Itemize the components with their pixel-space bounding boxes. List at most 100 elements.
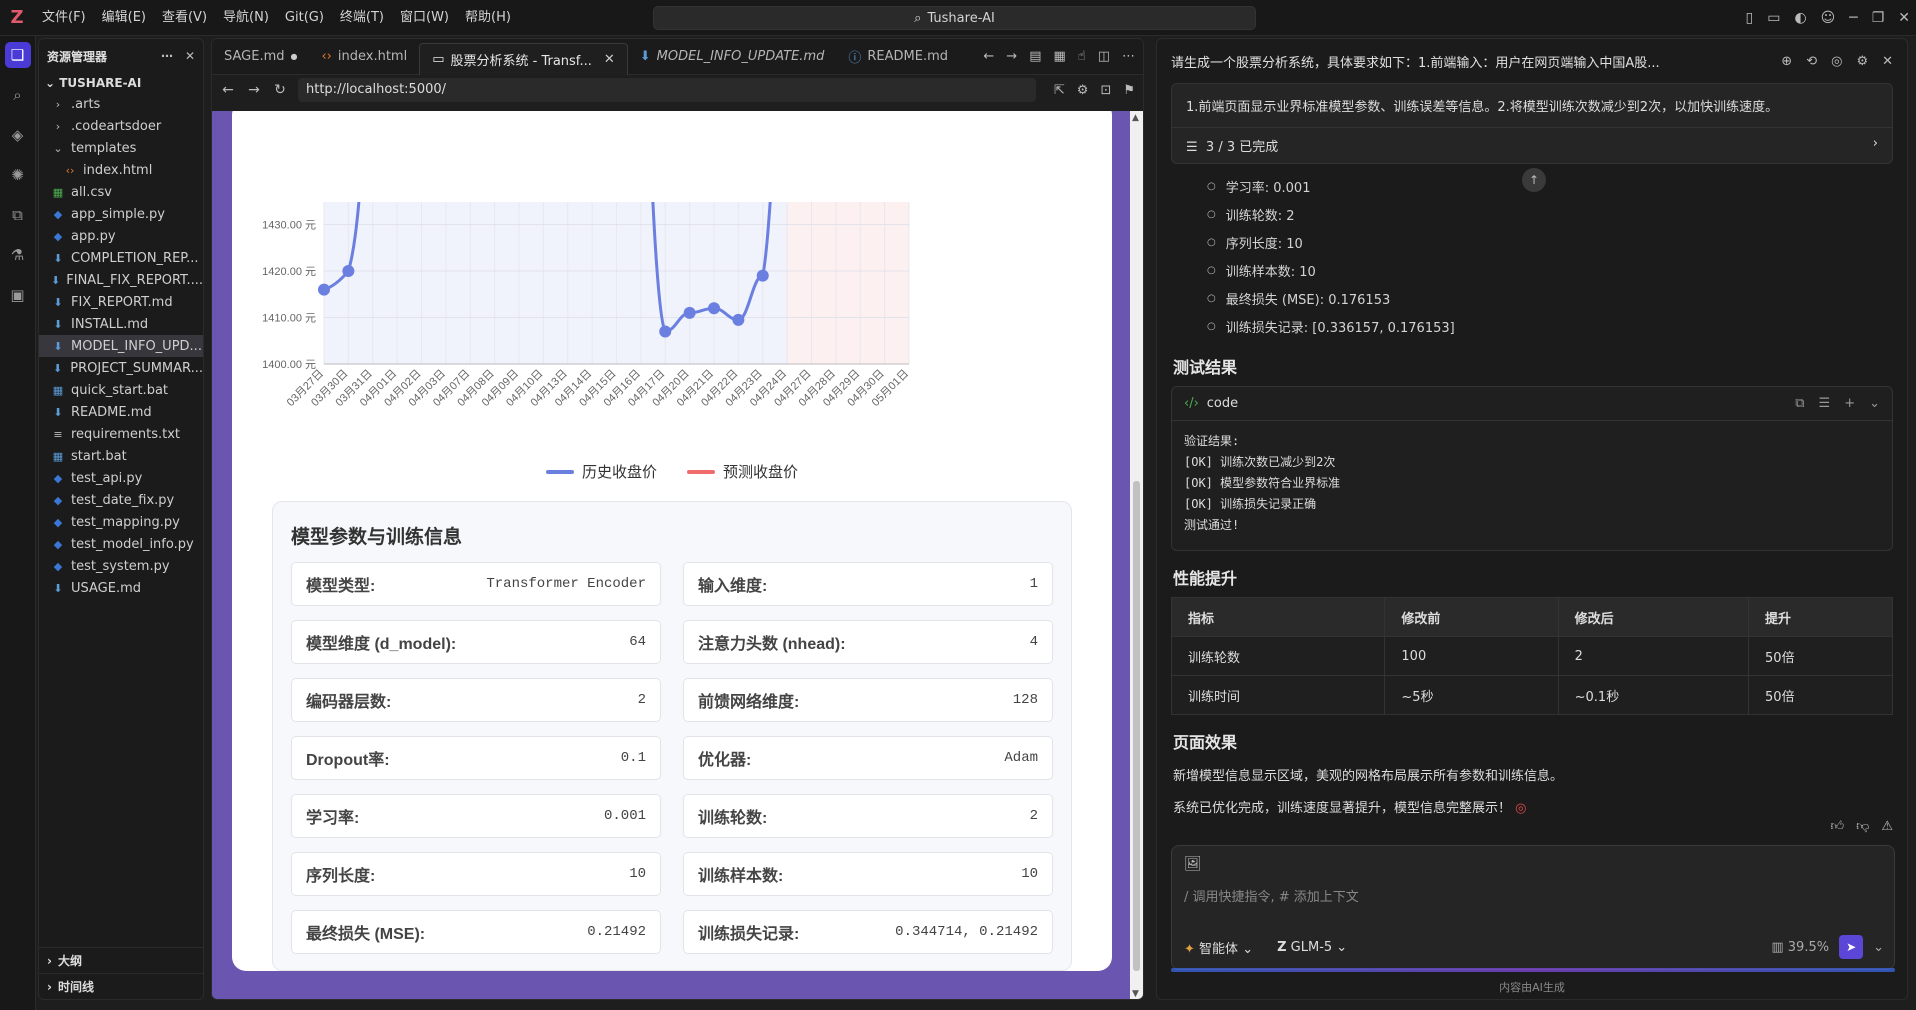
forward-icon[interactable]: → (1006, 49, 1017, 64)
close-window-icon[interactable]: ✕ (1898, 10, 1910, 26)
file-tree-item[interactable]: ▦ quick_start.bat (39, 379, 203, 401)
close-icon[interactable]: ✕ (185, 49, 195, 63)
new-chat-icon[interactable]: ⊕ (1781, 54, 1792, 69)
scroll-thumb[interactable] (1133, 481, 1140, 971)
file-tree-item[interactable]: ⬇ PROJECT_SUMMAR... (39, 357, 203, 379)
menu-item[interactable]: Git(G) (277, 0, 332, 36)
url-input[interactable]: http://localhost:5000/ (298, 78, 1036, 102)
file-tree-item[interactable]: ◆ test_system.py (39, 555, 203, 577)
file-tree-item[interactable]: ◆ test_mapping.py (39, 511, 203, 533)
copy-icon[interactable]: ⧉ (1795, 396, 1804, 411)
thumbs-down-icon[interactable]: 👎︎ (1856, 819, 1869, 834)
more-actions-icon[interactable]: ⋯ (1122, 49, 1135, 64)
debug-icon[interactable]: ✺ (5, 162, 31, 188)
grid-icon[interactable]: ▦ (1053, 49, 1065, 64)
explorer-root[interactable]: ⌄ TUSHARE-AI (39, 73, 203, 93)
outline-section[interactable]: › 大纲 (39, 947, 203, 973)
layout-sidebar-icon[interactable]: ▯ (1745, 10, 1753, 26)
image-upload-icon[interactable]: 🖼︎ (1184, 856, 1202, 872)
model-selector[interactable]: Z GLM-5 ⌄ (1277, 940, 1347, 955)
history-icon[interactable]: ⟲ (1806, 54, 1817, 69)
scroll-to-top-icon[interactable]: ↑ (1522, 168, 1546, 192)
testing-icon[interactable]: ⚗ (5, 242, 31, 268)
browser-forward-icon[interactable]: → (246, 82, 262, 98)
file-tree-item[interactable]: ◆ app_simple.py (39, 203, 203, 225)
more-icon[interactable]: ⋯ (161, 49, 173, 63)
editor-tab[interactable]: ⬇ MODEL_INFO_UPDATE.md (628, 39, 837, 75)
theme-icon[interactable]: ◐ (1794, 10, 1806, 26)
browser-back-icon[interactable]: ← (220, 82, 236, 98)
menu-item[interactable]: 终端(T) (332, 0, 392, 36)
menu-item[interactable]: 编辑(E) (94, 0, 154, 36)
legend-item[interactable]: 预测收盘价 (687, 461, 798, 482)
editor-tab[interactable]: SAGE.md ● (212, 39, 309, 75)
pointer-icon[interactable]: ☝ (1078, 49, 1086, 64)
minimize-icon[interactable]: ─ (1849, 10, 1857, 26)
file-tree-item[interactable]: ≡ requirements.txt (39, 423, 203, 445)
editor-tab[interactable]: ‹› index.html (309, 39, 419, 75)
open-external-icon[interactable]: ⇱ (1054, 83, 1065, 98)
file-tree-item[interactable]: ◆ test_model_info.py (39, 533, 203, 555)
timeline-section[interactable]: › 时间线 (39, 973, 203, 999)
scroll-up-icon[interactable]: ▲ (1132, 113, 1139, 123)
agent-selector[interactable]: ✦ 智能体 ⌄ (1184, 938, 1253, 957)
search-view-icon[interactable]: ⌕ (5, 82, 31, 108)
task-progress[interactable]: ☰ 3 / 3 已完成 › (1172, 128, 1892, 163)
layout-panel-icon[interactable]: ▭ (1767, 10, 1780, 26)
restore-icon[interactable]: ❐ (1872, 10, 1885, 26)
mcp-icon[interactable]: ◎ (1831, 54, 1842, 69)
file-tree-item[interactable]: ⬇ FINAL_FIX_REPORT.... (39, 269, 203, 291)
file-tree-item[interactable]: ▦ all.csv (39, 181, 203, 203)
file-tree-item[interactable]: ◆ test_api.py (39, 467, 203, 489)
command-search[interactable]: ⌕ Tushare-AI (653, 6, 1256, 30)
editor-tab[interactable]: ▭ 股票分析系统 - Transf... ✕ (419, 42, 628, 75)
chat-header-title[interactable]: 请生成一个股票分析系统，具体要求如下：1.前端输入：用户在网页端输入中国A股..… (1171, 52, 1660, 71)
settings-icon[interactable]: ⚙ (1856, 54, 1868, 69)
file-tree-item[interactable]: › .codeartsdoer (39, 115, 203, 137)
send-button[interactable]: ➤ (1839, 935, 1864, 959)
insert-icon[interactable]: ☰ (1819, 396, 1831, 411)
add-icon[interactable]: + (1844, 396, 1855, 411)
file-tree-item[interactable]: ⬇ README.md (39, 401, 203, 423)
warning-icon[interactable]: ⚠ (1881, 819, 1893, 834)
menu-item[interactable]: 文件(F) (34, 0, 94, 36)
file-tree-item[interactable]: › .arts (39, 93, 203, 115)
doc-icon[interactable]: ▤ (1029, 49, 1041, 64)
close-chat-icon[interactable]: ✕ (1882, 54, 1893, 69)
menu-item[interactable]: 导航(N) (215, 0, 277, 36)
web-scrollbar[interactable]: ▲ ▼ (1130, 111, 1143, 999)
menu-item[interactable]: 帮助(H) (457, 0, 519, 36)
account-icon[interactable]: ☺ (1821, 10, 1836, 26)
file-tree-item[interactable]: ⬇ MODEL_INFO_UPD... (39, 335, 203, 357)
split-editor-icon[interactable]: ◫ (1098, 49, 1110, 64)
file-tree-item[interactable]: ◆ test_date_fix.py (39, 489, 203, 511)
back-icon[interactable]: ← (983, 49, 994, 64)
collapse-icon[interactable]: ⌄ (1869, 396, 1880, 411)
explorer-icon[interactable]: ❏ (4, 42, 31, 68)
file-tree-item[interactable]: ⌄ templates (39, 137, 203, 159)
extensions-icon[interactable]: ⧉ (5, 202, 31, 228)
close-tab-icon[interactable]: ✕ (604, 52, 615, 67)
file-tree-item[interactable]: ▦ start.bat (39, 445, 203, 467)
thumbs-up-icon[interactable]: 👍︎ (1831, 819, 1845, 834)
chat-input-placeholder[interactable]: / 调用快捷指令, # 添加上下文 (1184, 886, 1359, 905)
remote-icon[interactable]: ▣ (5, 282, 31, 308)
file-tree-item[interactable]: ‹› index.html (39, 159, 203, 181)
chat-input-box[interactable]: 🖼︎ / 调用快捷指令, # 添加上下文 ✦ 智能体 ⌄ Z GLM-5 ⌄ ▥… (1171, 845, 1895, 970)
legend-item[interactable]: 历史收盘价 (545, 461, 657, 482)
devtools-icon[interactable]: ⚙ (1077, 83, 1089, 98)
file-tree-item[interactable]: ⬇ FIX_REPORT.md (39, 291, 203, 313)
menu-item[interactable]: 查看(V) (154, 0, 215, 36)
file-tree-item[interactable]: ⬇ COMPLETION_REP... (39, 247, 203, 269)
inspect-icon[interactable]: ⊡ (1100, 83, 1111, 98)
pin-icon[interactable]: ⚑ (1123, 83, 1135, 98)
reload-icon[interactable]: ↻ (272, 82, 288, 98)
file-tree-item[interactable]: ⬇ USAGE.md (39, 577, 203, 599)
source-control-icon[interactable]: ◈ (5, 122, 31, 148)
editor-tab[interactable]: ⓘ README.md (836, 39, 960, 75)
send-options-icon[interactable]: ⌄ (1873, 940, 1884, 955)
file-tree-item[interactable]: ⬇ INSTALL.md (39, 313, 203, 335)
menu-item[interactable]: 窗口(W) (392, 0, 457, 36)
scroll-down-icon[interactable]: ▼ (1132, 989, 1139, 999)
file-tree-item[interactable]: ◆ app.py (39, 225, 203, 247)
